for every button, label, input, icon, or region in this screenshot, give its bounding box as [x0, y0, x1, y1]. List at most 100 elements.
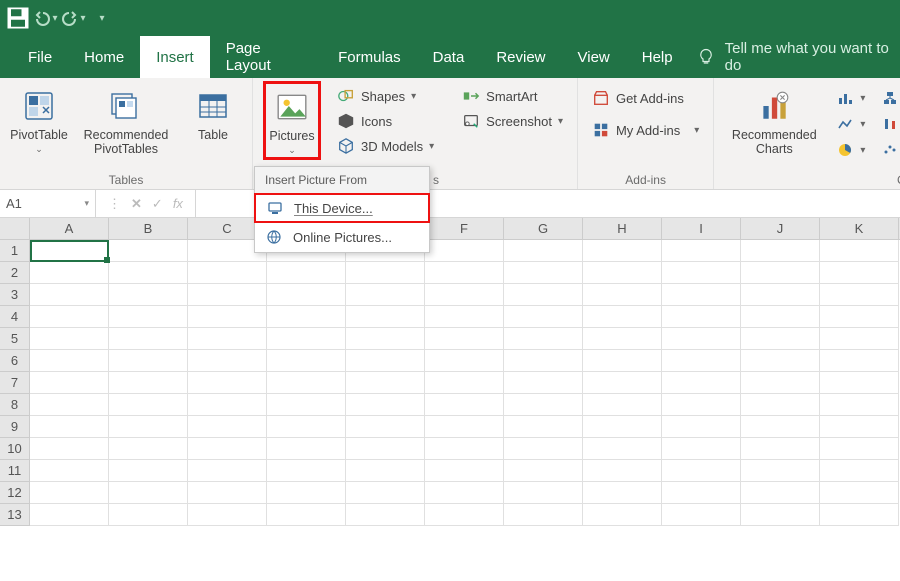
cell[interactable]	[188, 482, 267, 504]
cell[interactable]	[30, 416, 109, 438]
cell[interactable]	[109, 482, 188, 504]
cell[interactable]	[109, 328, 188, 350]
cell[interactable]	[583, 328, 662, 350]
name-box[interactable]: A1 ▾	[0, 190, 96, 217]
cell[interactable]	[583, 438, 662, 460]
cell[interactable]	[109, 416, 188, 438]
cell[interactable]	[346, 504, 425, 526]
cell[interactable]	[820, 284, 899, 306]
cell[interactable]	[188, 460, 267, 482]
cell[interactable]	[425, 504, 504, 526]
cell[interactable]	[188, 372, 267, 394]
row-header[interactable]: 13	[0, 504, 30, 526]
cell[interactable]	[504, 372, 583, 394]
cell[interactable]	[425, 240, 504, 262]
cell[interactable]	[267, 482, 346, 504]
cell[interactable]	[662, 328, 741, 350]
cell[interactable]	[741, 240, 820, 262]
cell[interactable]	[188, 328, 267, 350]
qat-customize[interactable]: ▾	[88, 4, 116, 32]
cell[interactable]	[346, 460, 425, 482]
row-header[interactable]: 12	[0, 482, 30, 504]
cell[interactable]	[583, 504, 662, 526]
col-header[interactable]: B	[109, 218, 188, 239]
confirm-formula-icon[interactable]: ✓	[152, 196, 163, 212]
cell[interactable]	[109, 438, 188, 460]
cell[interactable]	[504, 394, 583, 416]
cell[interactable]	[662, 262, 741, 284]
cell[interactable]	[425, 372, 504, 394]
cell[interactable]	[30, 394, 109, 416]
cell[interactable]	[346, 394, 425, 416]
cell[interactable]	[425, 284, 504, 306]
row-header[interactable]: 8	[0, 394, 30, 416]
cell[interactable]	[504, 240, 583, 262]
cell[interactable]	[30, 262, 109, 284]
cell[interactable]	[820, 416, 899, 438]
cell[interactable]	[346, 372, 425, 394]
cell[interactable]	[741, 504, 820, 526]
cell[interactable]	[188, 438, 267, 460]
cell[interactable]	[583, 350, 662, 372]
cell[interactable]	[820, 262, 899, 284]
tab-formulas[interactable]: Formulas	[322, 36, 417, 78]
tab-home[interactable]: Home	[68, 36, 140, 78]
cell[interactable]	[583, 416, 662, 438]
cell[interactable]	[109, 372, 188, 394]
cell[interactable]	[662, 482, 741, 504]
row-header[interactable]: 3	[0, 284, 30, 306]
cell[interactable]	[425, 306, 504, 328]
cell[interactable]	[741, 284, 820, 306]
pictures-button[interactable]: Pictures ⌄	[267, 85, 317, 156]
row-header[interactable]: 11	[0, 460, 30, 482]
row-header[interactable]: 5	[0, 328, 30, 350]
cell[interactable]	[188, 350, 267, 372]
cell[interactable]	[346, 350, 425, 372]
smartart-button[interactable]: SmartArt	[458, 84, 567, 108]
cancel-formula-icon[interactable]: ✕	[131, 196, 142, 212]
cell[interactable]	[504, 262, 583, 284]
row-header[interactable]: 7	[0, 372, 30, 394]
cell[interactable]	[662, 438, 741, 460]
row-header[interactable]: 6	[0, 350, 30, 372]
cell[interactable]	[109, 240, 188, 262]
row-header[interactable]: 4	[0, 306, 30, 328]
cell[interactable]	[346, 306, 425, 328]
cell[interactable]	[267, 438, 346, 460]
cell[interactable]	[820, 240, 899, 262]
cell[interactable]	[425, 416, 504, 438]
cell[interactable]	[109, 460, 188, 482]
cell[interactable]	[346, 284, 425, 306]
cell[interactable]	[741, 262, 820, 284]
3d-models-button[interactable]: 3D Models ▾	[333, 134, 438, 158]
cell[interactable]	[583, 460, 662, 482]
fx-icon[interactable]: fx	[173, 196, 183, 211]
col-header[interactable]: J	[741, 218, 820, 239]
cell[interactable]	[30, 482, 109, 504]
insert-picture-online[interactable]: Online Pictures...	[255, 222, 429, 252]
cell[interactable]	[267, 306, 346, 328]
tab-file[interactable]: File	[12, 36, 68, 78]
cell[interactable]	[662, 460, 741, 482]
cell[interactable]	[425, 394, 504, 416]
cell[interactable]	[30, 504, 109, 526]
cell[interactable]	[267, 460, 346, 482]
chart-hier-button[interactable]	[877, 86, 900, 110]
cell[interactable]	[662, 416, 741, 438]
cell[interactable]	[30, 328, 109, 350]
cell[interactable]	[662, 240, 741, 262]
cell[interactable]	[583, 394, 662, 416]
cell[interactable]	[188, 504, 267, 526]
col-header[interactable]: F	[425, 218, 504, 239]
cell[interactable]	[109, 504, 188, 526]
cell[interactable]	[820, 372, 899, 394]
row-header[interactable]: 10	[0, 438, 30, 460]
chart-bar-button[interactable]: ▾	[832, 86, 869, 110]
cell[interactable]	[30, 350, 109, 372]
cell[interactable]	[583, 284, 662, 306]
cell[interactable]	[267, 394, 346, 416]
cell[interactable]	[188, 416, 267, 438]
cell[interactable]	[109, 394, 188, 416]
recommended-charts-button[interactable]: Recommended Charts	[724, 84, 824, 156]
shapes-button[interactable]: Shapes ▾	[333, 84, 438, 108]
